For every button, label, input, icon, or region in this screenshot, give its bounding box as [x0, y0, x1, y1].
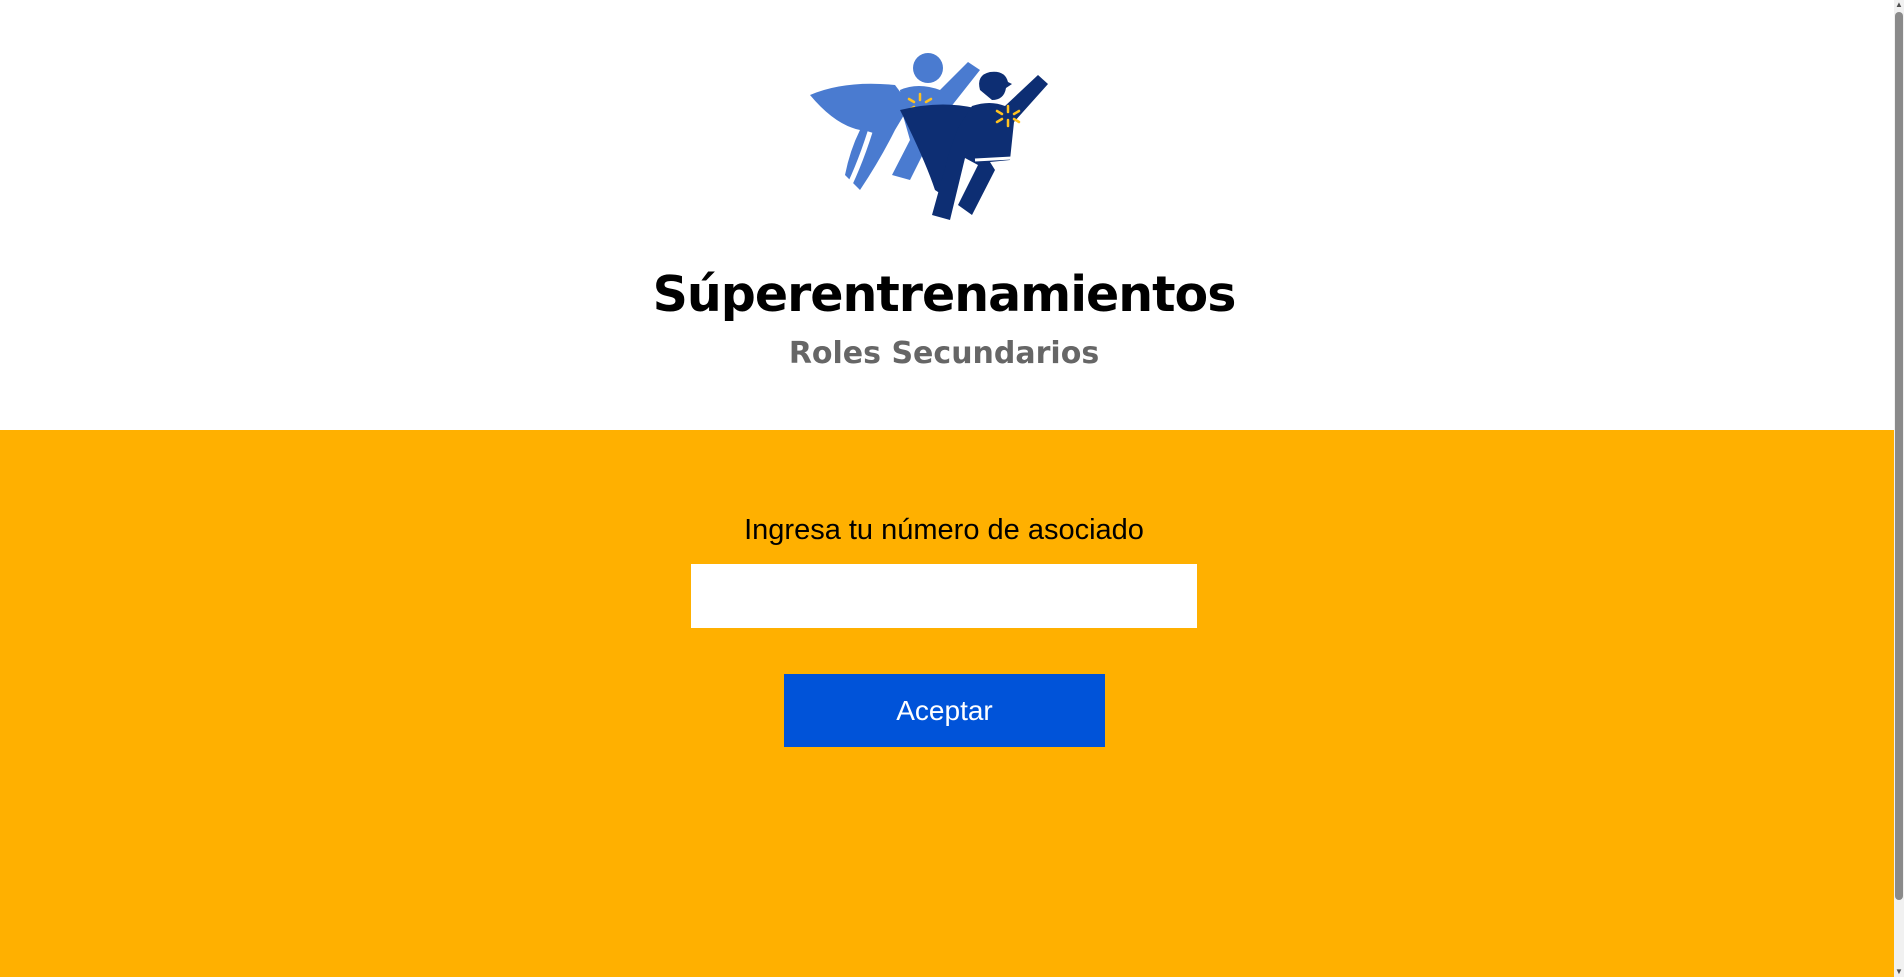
scroll-down-arrow-icon[interactable]: ▼ — [1894, 967, 1904, 977]
superheroes-logo-icon — [810, 53, 1048, 220]
login-page: Súperentrenamientos Roles Secundarios In… — [0, 0, 1904, 977]
scroll-up-arrow-icon[interactable]: ▲ — [1894, 0, 1904, 10]
vertical-scrollbar[interactable]: ▲ ▼ — [1894, 0, 1904, 977]
associate-number-label: Ingresa tu número de asociado — [744, 514, 1144, 546]
page-subtitle: Roles Secundarios — [788, 336, 1100, 371]
login-form-panel: Ingresa tu número de asociado Aceptar — [0, 430, 1894, 977]
scrollbar-thumb[interactable] — [1895, 12, 1903, 900]
header: Súperentrenamientos Roles Secundarios — [0, 0, 1894, 430]
accept-button[interactable]: Aceptar — [784, 674, 1105, 747]
associate-number-input[interactable] — [691, 564, 1197, 628]
page-title: Súperentrenamientos — [652, 266, 1237, 323]
